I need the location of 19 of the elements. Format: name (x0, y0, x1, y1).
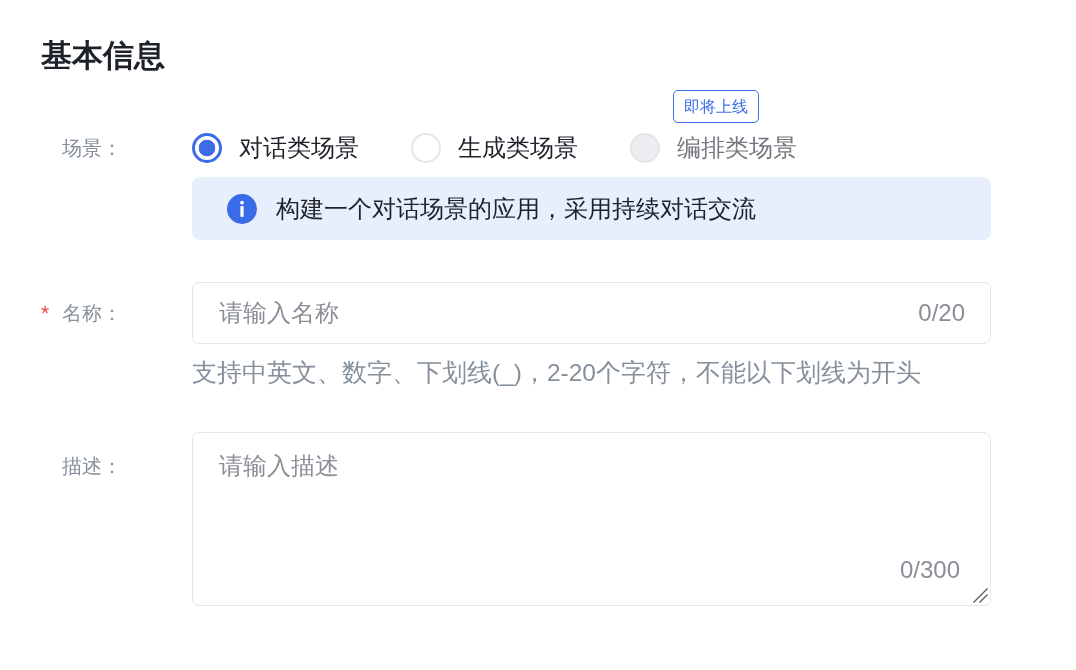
textarea-frame[interactable]: 请输入描述 0/300 (192, 432, 991, 606)
help-text: 支持中英文、数字、下划线(_)，2-20个字符，不能以下划线为开头 (192, 358, 921, 388)
status-badge: 即将上线 (673, 90, 759, 123)
input-frame[interactable]: 请输入名称 0/20 (192, 282, 991, 344)
field-label: 描述： (62, 454, 122, 479)
info-text: 构建一个对话场景的应用，采用持续对话交流 (276, 194, 756, 224)
radio-option[interactable]: 生成类场景 (411, 132, 578, 164)
resize-handle-icon[interactable] (973, 588, 988, 603)
textarea-input[interactable]: 请输入描述 (193, 433, 990, 558)
field-label: 场景： (62, 136, 122, 161)
section-title: 基本信息 (41, 37, 165, 75)
text-input[interactable]: 请输入名称 (219, 298, 907, 328)
radio-icon[interactable] (192, 133, 222, 163)
field-label: 名称： (62, 301, 122, 326)
radio-option[interactable]: 对话类场景 (192, 132, 359, 164)
char-counter: 0/20 (918, 301, 965, 325)
info-icon (227, 193, 257, 224)
required-asterisk: * (41, 300, 50, 326)
char-counter: 0/300 (899, 558, 960, 582)
